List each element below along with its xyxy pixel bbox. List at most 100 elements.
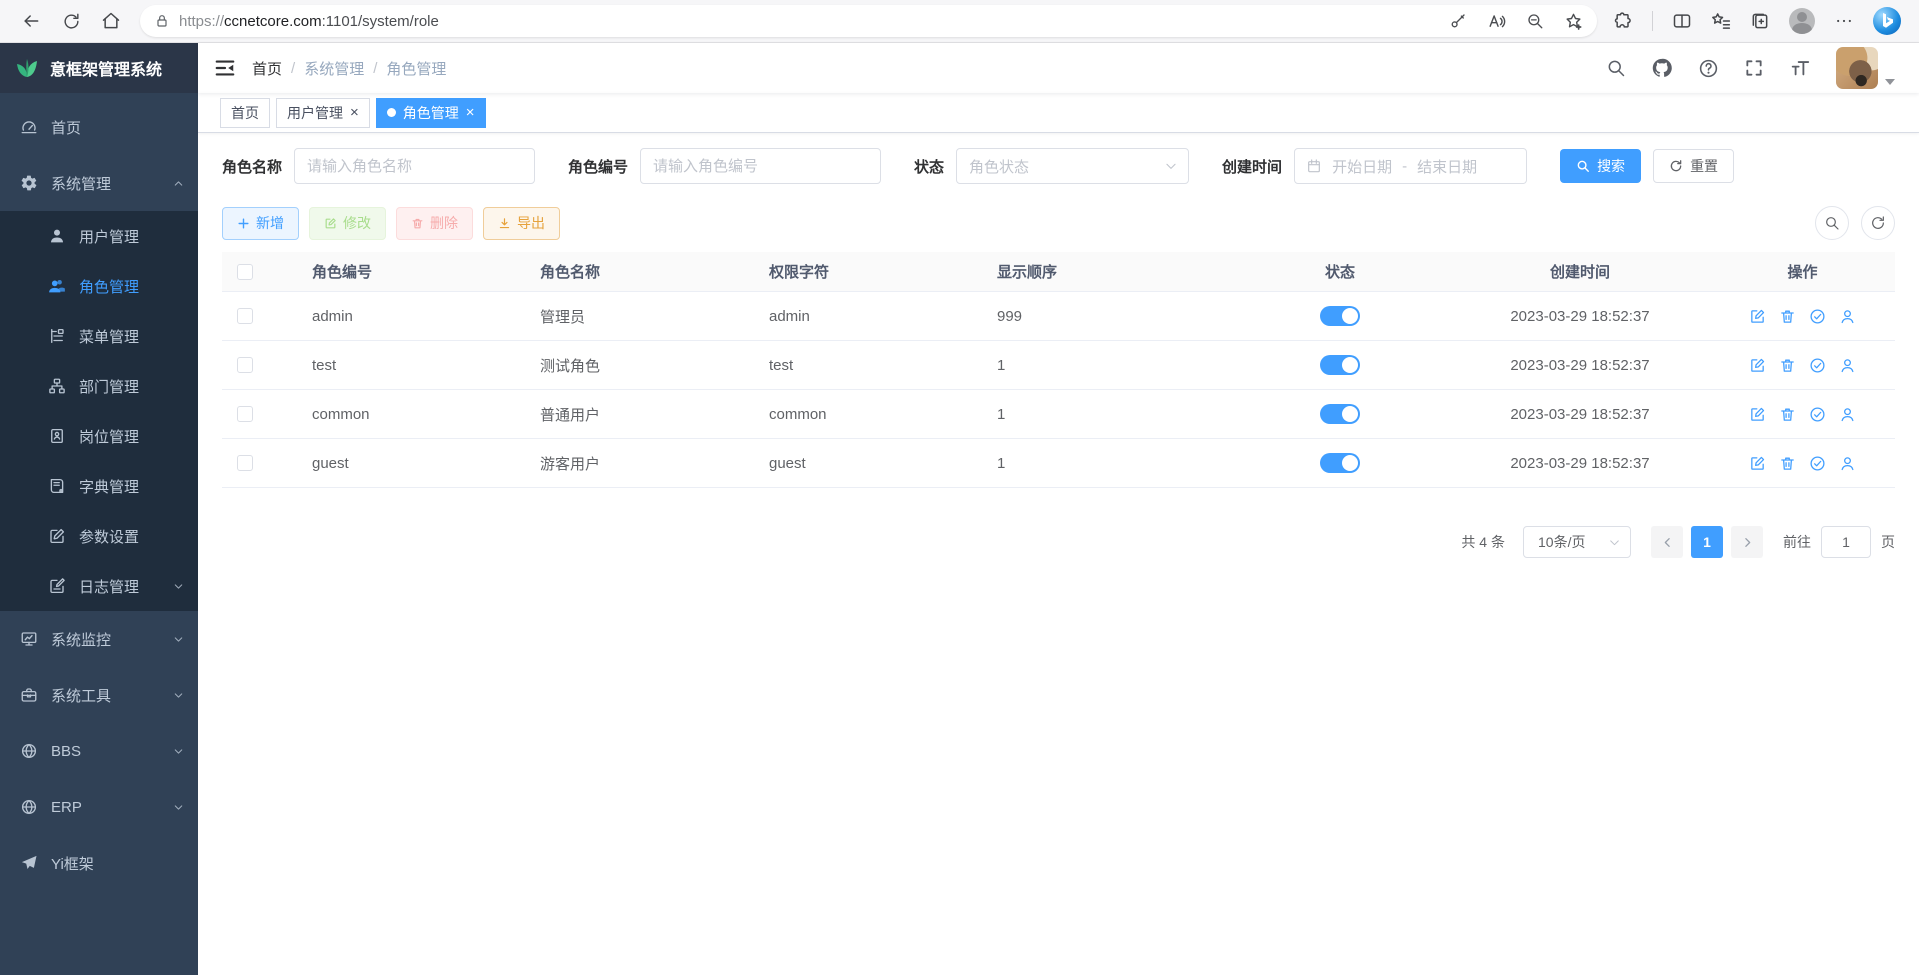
page-button-1[interactable]: 1 xyxy=(1691,526,1723,558)
page-size-select[interactable]: 10条/页 xyxy=(1523,526,1631,558)
row-checkbox[interactable] xyxy=(237,357,253,373)
assign-user-icon[interactable] xyxy=(1839,406,1856,423)
sidebar-item-label: 菜单管理 xyxy=(79,326,139,347)
edit-icon[interactable] xyxy=(1749,406,1766,423)
check-circle-icon[interactable] xyxy=(1809,455,1826,472)
user-menu[interactable] xyxy=(1836,47,1895,89)
goto-page-input[interactable] xyxy=(1821,526,1871,558)
sidebar-item-logs[interactable]: 日志管理 xyxy=(0,561,198,611)
delete-button[interactable]: 删除 xyxy=(396,207,473,240)
status-toggle-on[interactable] xyxy=(1320,404,1360,424)
role-code-input[interactable] xyxy=(640,148,881,184)
favorites-bar-icon[interactable] xyxy=(1711,11,1731,31)
split-screen-icon[interactable] xyxy=(1672,11,1692,31)
help-icon[interactable] xyxy=(1698,58,1719,79)
browser-menu-icon[interactable] xyxy=(1834,11,1854,31)
plus-icon xyxy=(237,217,250,230)
status-toggle-on[interactable] xyxy=(1320,306,1360,326)
tab-user-management[interactable]: 用户管理× xyxy=(276,98,370,128)
browser-profile-icon[interactable] xyxy=(1789,8,1815,34)
cell-role-perm: common xyxy=(769,406,997,423)
select-all-checkbox[interactable] xyxy=(237,264,253,280)
cell-created-time: 2023-03-29 18:52:37 xyxy=(1450,406,1710,423)
browser-back-button[interactable] xyxy=(14,4,48,38)
collections-icon[interactable] xyxy=(1750,11,1770,31)
prev-page-button[interactable] xyxy=(1651,526,1683,558)
sidebar-item-monitor[interactable]: 系统监控 xyxy=(0,611,198,667)
search-icon[interactable] xyxy=(1606,58,1626,78)
cell-role-code: guest xyxy=(312,455,540,472)
sidebar-item-posts[interactable]: 岗位管理 xyxy=(0,411,198,461)
chevron-right-icon xyxy=(1741,536,1754,549)
sidebar-collapse-icon[interactable] xyxy=(214,57,236,79)
tab-role-management[interactable]: 角色管理× xyxy=(376,98,486,128)
sidebar-item-erp[interactable]: ERP xyxy=(0,779,198,835)
monitor-icon xyxy=(20,630,38,648)
sidebar-item-menus[interactable]: 菜单管理 xyxy=(0,311,198,361)
search-button-label: 搜索 xyxy=(1597,156,1625,176)
edit-icon[interactable] xyxy=(1749,357,1766,374)
zoom-out-icon[interactable] xyxy=(1526,12,1544,30)
close-icon[interactable]: × xyxy=(350,105,359,120)
sidebar-item-departments[interactable]: 部门管理 xyxy=(0,361,198,411)
edit-icon[interactable] xyxy=(1749,455,1766,472)
trash-icon[interactable] xyxy=(1779,357,1796,374)
password-key-icon[interactable] xyxy=(1449,12,1467,30)
extensions-icon[interactable] xyxy=(1613,11,1633,31)
sidebar-item-system[interactable]: 系统管理 xyxy=(0,155,198,211)
assign-user-icon[interactable] xyxy=(1839,308,1856,325)
github-icon[interactable] xyxy=(1651,57,1673,79)
create-time-range-picker[interactable]: 开始日期 - 结束日期 xyxy=(1294,148,1527,184)
check-circle-icon[interactable] xyxy=(1809,308,1826,325)
avatar[interactable] xyxy=(1836,47,1878,89)
trash-icon[interactable] xyxy=(1779,406,1796,423)
bing-chat-icon[interactable] xyxy=(1873,7,1901,35)
breadcrumb-home[interactable]: 首页 xyxy=(252,58,282,79)
row-checkbox[interactable] xyxy=(237,455,253,471)
row-checkbox[interactable] xyxy=(237,406,253,422)
sidebar-item-label: 部门管理 xyxy=(79,376,139,397)
sidebar-item-tools[interactable]: 系统工具 xyxy=(0,667,198,723)
sidebar-item-yi-framework[interactable]: Yi框架 xyxy=(0,835,198,891)
app-logo: 意框架管理系统 xyxy=(0,43,198,93)
assign-user-icon[interactable] xyxy=(1839,455,1856,472)
url-host: ccnetcore.com xyxy=(224,13,322,30)
trash-icon[interactable] xyxy=(1779,308,1796,325)
cell-role-perm: guest xyxy=(769,455,997,472)
add-button[interactable]: 新增 xyxy=(222,207,299,240)
address-bar[interactable]: https://ccnetcore.com:1101/system/role xyxy=(140,5,1597,37)
chevron-down-icon xyxy=(172,633,185,646)
sidebar-item-home[interactable]: 首页 xyxy=(0,99,198,155)
reset-button[interactable]: 重置 xyxy=(1653,149,1734,183)
toggle-search-button[interactable] xyxy=(1815,206,1849,240)
sidebar-item-dictionaries[interactable]: 字典管理 xyxy=(0,461,198,511)
sidebar-item-users[interactable]: 用户管理 xyxy=(0,211,198,261)
status-toggle-on[interactable] xyxy=(1320,355,1360,375)
check-circle-icon[interactable] xyxy=(1809,406,1826,423)
tab-home[interactable]: 首页 xyxy=(220,98,270,128)
sidebar-item-bbs[interactable]: BBS xyxy=(0,723,198,779)
edit-icon[interactable] xyxy=(1749,308,1766,325)
font-size-icon[interactable] xyxy=(1789,57,1811,79)
modify-button[interactable]: 修改 xyxy=(309,207,386,240)
role-name-input[interactable] xyxy=(294,148,535,184)
close-icon[interactable]: × xyxy=(466,105,475,120)
browser-home-button[interactable] xyxy=(94,4,128,38)
read-aloud-icon[interactable] xyxy=(1487,12,1506,31)
status-toggle-on[interactable] xyxy=(1320,453,1360,473)
favorite-add-icon[interactable] xyxy=(1564,12,1583,31)
assign-user-icon[interactable] xyxy=(1839,357,1856,374)
refresh-table-button[interactable] xyxy=(1861,206,1895,240)
trash-icon[interactable] xyxy=(1779,455,1796,472)
sidebar-item-parameters[interactable]: 参数设置 xyxy=(0,511,198,561)
status-select[interactable]: 角色状态 xyxy=(956,148,1189,184)
check-circle-icon[interactable] xyxy=(1809,357,1826,374)
export-button[interactable]: 导出 xyxy=(483,207,560,240)
search-button[interactable]: 搜索 xyxy=(1560,149,1641,183)
next-page-button[interactable] xyxy=(1731,526,1763,558)
row-checkbox[interactable] xyxy=(237,308,253,324)
pagination-total: 共 4 条 xyxy=(1461,532,1505,552)
fullscreen-icon[interactable] xyxy=(1744,58,1764,78)
browser-refresh-button[interactable] xyxy=(54,4,88,38)
sidebar-item-roles[interactable]: 角色管理 xyxy=(0,261,198,311)
